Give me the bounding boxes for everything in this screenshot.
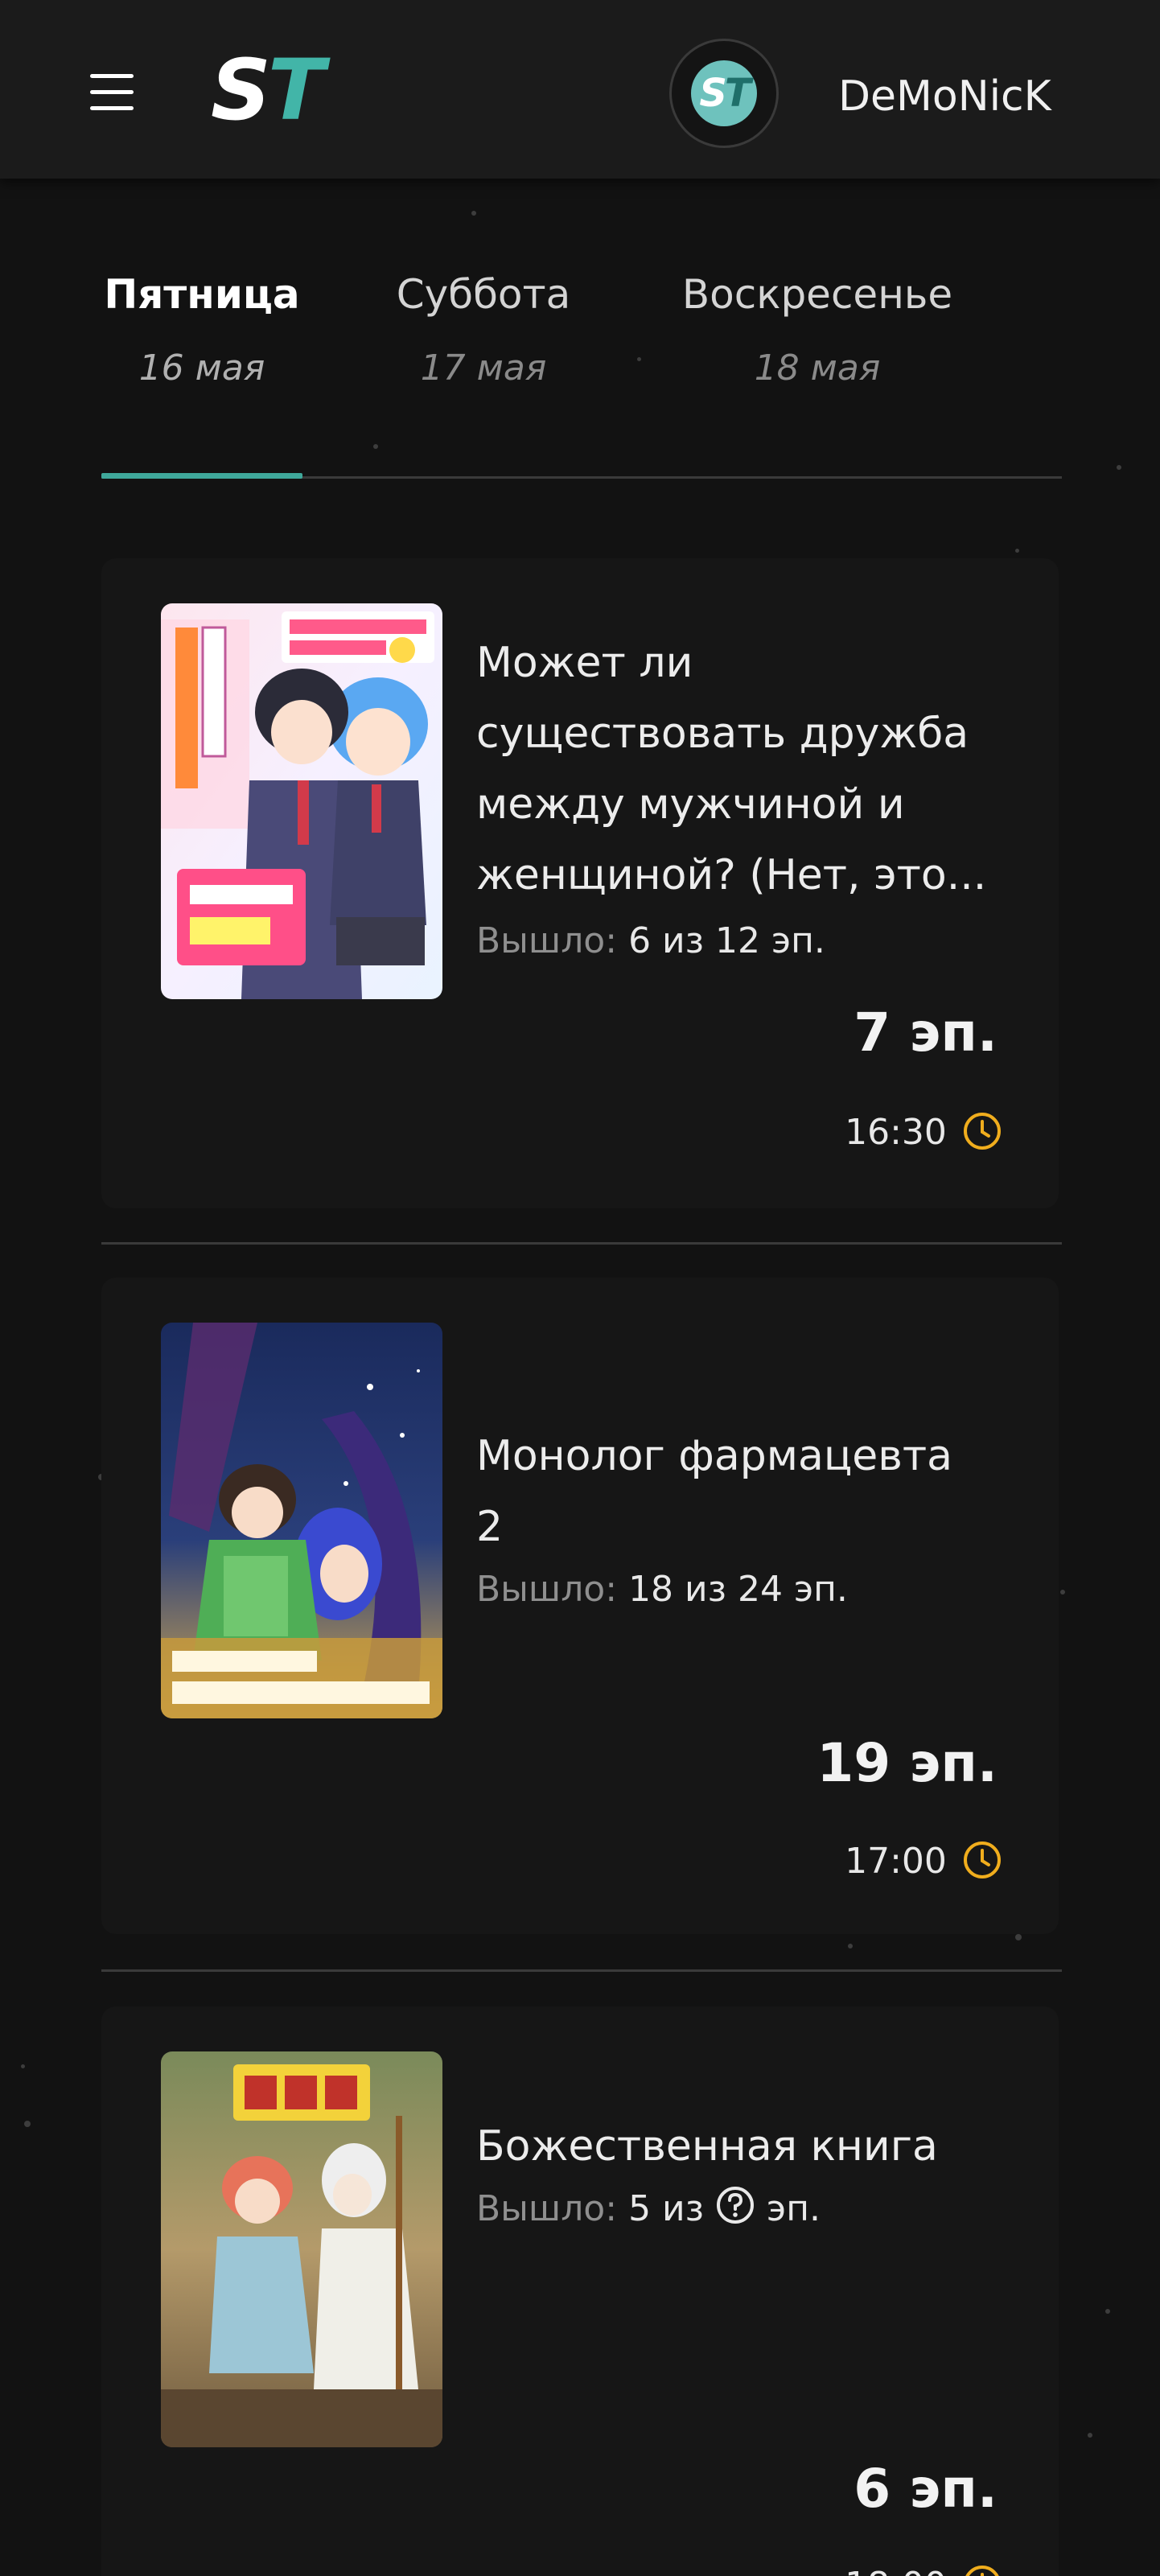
aired-episodes: Вышло: 18 из 24 эп. [476,1566,848,1614]
aired-episodes: Вышло: 5 из эп. [476,2185,821,2238]
title-line: женщиной? (Нет, это... [476,851,987,899]
release-time: 16:30 [845,1109,1002,1157]
next-episode-number: 6 эп. [854,2458,998,2520]
anime-poster-image[interactable] [161,1323,442,1718]
anime-poster-image[interactable] [161,2051,442,2447]
tab-date-label: 18 мая [754,348,881,389]
anime-title[interactable]: Монолог фармацевта 2 [476,1421,1007,1562]
aired-value-suffix: эп. [767,2188,821,2229]
tab-friday[interactable]: Пятница 16 мая [101,265,302,393]
tab-date-label: 17 мая [420,348,547,389]
username-label[interactable]: DeMoNicK [838,68,1051,126]
title-line: Может ли [476,639,693,687]
avatar-letter-t: T [724,71,751,116]
title-line: Монолог фармацевта [476,1432,953,1480]
avatar: ST [691,60,757,126]
anime-poster-image[interactable] [161,603,442,999]
clock-icon [962,1111,1002,1154]
tab-day-label: Суббота [396,271,571,318]
release-time: 17:00 [845,1837,1002,1886]
next-episode-number: 7 эп. [854,1002,998,1064]
tab-date-label: 16 мая [138,348,265,389]
release-time-text: 18:00 [845,2565,947,2576]
avatar-letter-s: S [699,71,727,116]
anime-title[interactable]: Божественная книга [476,2111,1007,2182]
schedule-page: ST ST DeMoNicK Пятница 16 мая Суббота 17… [0,0,1160,2576]
title-line: существовать дружба [476,710,969,758]
next-episode-number: 19 эп. [817,1732,998,1794]
site-logo[interactable]: ST [211,41,325,139]
tab-sunday[interactable]: Воскресенье 18 мая [664,265,970,393]
logo-letter-s: S [211,41,271,139]
aired-value-prefix: 5 из [628,2188,705,2229]
hamburger-menu-icon[interactable] [90,74,134,111]
logo-letter-t: T [267,41,325,139]
card-divider [101,1242,1062,1245]
clock-icon [962,1840,1002,1883]
title-line: между мужчиной и [476,780,905,829]
release-time-text: 17:00 [845,1841,947,1882]
tab-day-label: Пятница [104,271,300,318]
release-time: 18:00 [845,2562,1002,2576]
clock-icon [962,2564,1002,2576]
tab-saturday[interactable]: Суббота 17 мая [383,265,584,393]
day-tabs: Пятница 16 мая Суббота 17 мая Воскресень… [101,265,1062,479]
title-line: 2 [476,1503,504,1551]
release-time-text: 16:30 [845,1112,947,1153]
title-line: Божественная книга [476,2122,938,2171]
aired-label: Вышло: [476,920,618,961]
schedule-card[interactable]: Может ли существовать дружба между мужчи… [101,558,1059,1208]
user-avatar-button[interactable]: ST [669,39,779,148]
aired-value: 18 из 24 эп. [628,1569,848,1610]
aired-label: Вышло: [476,2188,618,2229]
question-circle-icon [715,2185,755,2238]
anime-title[interactable]: Может ли существовать дружба между мужчи… [476,628,1007,911]
active-tab-indicator [101,473,302,479]
aired-label: Вышло: [476,1569,618,1610]
top-app-bar: ST ST DeMoNicK [0,0,1160,179]
aired-episodes: Вышло: 6 из 12 эп. [476,917,825,965]
aired-value: 6 из 12 эп. [628,920,825,961]
schedule-card[interactable]: Монолог фармацевта 2 Вышло: 18 из 24 эп.… [101,1278,1059,1934]
tab-day-label: Воскресенье [681,271,953,318]
card-divider [101,1969,1062,1972]
schedule-card[interactable]: Божественная книга Вышло: 5 из эп. 6 эп.… [101,2006,1059,2576]
